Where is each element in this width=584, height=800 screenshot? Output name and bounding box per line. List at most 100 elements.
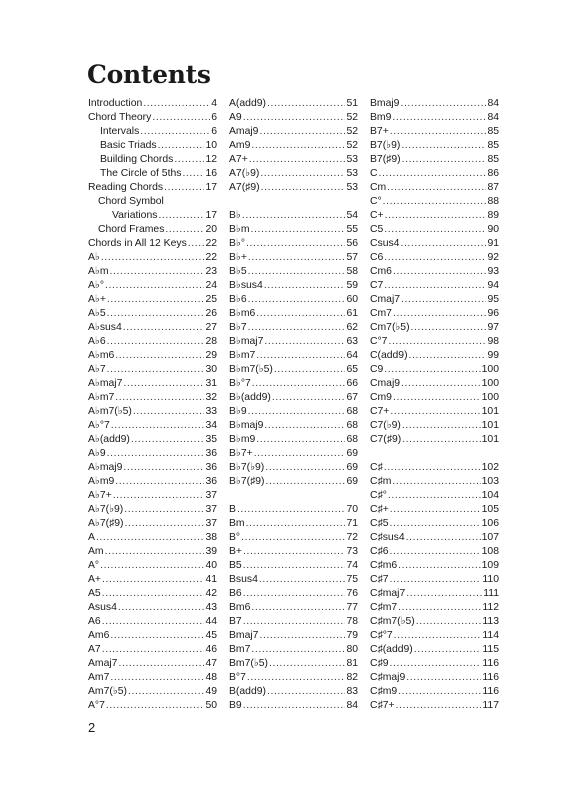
toc-entry[interactable]: Asus4 43 xyxy=(88,601,217,615)
toc-entry[interactable]: C♯ 102 xyxy=(370,461,499,475)
toc-entry[interactable]: Am7(♭5) 49 xyxy=(88,685,217,699)
toc-entry[interactable]: B♭m7(♭5) 65 xyxy=(229,363,358,377)
toc-entry[interactable]: A7(♯9) 53 xyxy=(229,181,358,195)
toc-entry[interactable]: Amaj9 52 xyxy=(229,125,358,139)
toc-entry[interactable]: B♭m7 64 xyxy=(229,349,358,363)
toc-entry[interactable]: B♭maj9 68 xyxy=(229,419,358,433)
toc-entry[interactable]: A6 44 xyxy=(88,615,217,629)
toc-entry[interactable]: A+ 41 xyxy=(88,573,217,587)
toc-entry[interactable]: A♭5 26 xyxy=(88,307,217,321)
toc-entry[interactable]: Bm6 77 xyxy=(229,601,358,615)
toc-entry[interactable]: A♭7(♯9) 37 xyxy=(88,517,217,531)
toc-entry[interactable]: A♭maj9 36 xyxy=(88,461,217,475)
toc-entry[interactable]: B7 78 xyxy=(229,615,358,629)
toc-entry[interactable]: C♯maj7 111 xyxy=(370,587,499,601)
toc-entry[interactable]: Cmaj9 100 xyxy=(370,377,499,391)
toc-entry[interactable]: C7 94 xyxy=(370,279,499,293)
toc-entry[interactable]: Bm9 84 xyxy=(370,111,499,125)
toc-entry[interactable]: Am7 48 xyxy=(88,671,217,685)
toc-entry[interactable]: Bmaj7 79 xyxy=(229,629,358,643)
toc-entry[interactable]: A♭ 22 xyxy=(88,251,217,265)
toc-entry[interactable]: B♭ 54 xyxy=(229,209,358,223)
toc-entry[interactable]: Cm9 100 xyxy=(370,391,499,405)
toc-entry[interactable]: A9 52 xyxy=(229,111,358,125)
toc-entry[interactable]: C♯5 106 xyxy=(370,517,499,531)
toc-entry[interactable]: C°7 98 xyxy=(370,335,499,349)
toc-entry[interactable]: B♭9 68 xyxy=(229,405,358,419)
toc-entry[interactable]: Bsus4 75 xyxy=(229,573,358,587)
toc-entry[interactable]: B♭(add9) 67 xyxy=(229,391,358,405)
toc-entry[interactable]: A(add9) 51 xyxy=(229,97,358,111)
toc-entry[interactable]: Chord Symbol xyxy=(88,195,217,209)
toc-entry[interactable]: A♭m7(♭5) 33 xyxy=(88,405,217,419)
toc-entry[interactable]: C7(♭9) 101 xyxy=(370,419,499,433)
toc-entry[interactable]: Amaj7 47 xyxy=(88,657,217,671)
toc-entry[interactable]: A 38 xyxy=(88,531,217,545)
toc-entry[interactable]: Am 39 xyxy=(88,545,217,559)
toc-entry[interactable]: A7 46 xyxy=(88,643,217,657)
toc-entry[interactable]: Bm7(♭5) 81 xyxy=(229,657,358,671)
toc-entry[interactable]: B°7 82 xyxy=(229,671,358,685)
toc-entry[interactable]: B5 74 xyxy=(229,559,358,573)
toc-entry[interactable]: B 70 xyxy=(229,503,358,517)
toc-entry[interactable]: A♭m 23 xyxy=(88,265,217,279)
toc-entry[interactable]: B♭7(♭9) 69 xyxy=(229,461,358,475)
toc-entry[interactable]: C♯maj9 116 xyxy=(370,671,499,685)
toc-entry[interactable]: Chord Theory 6 xyxy=(88,111,217,125)
toc-entry[interactable]: B♭° 56 xyxy=(229,237,358,251)
toc-entry[interactable]: Cm7(♭5) 97 xyxy=(370,321,499,335)
toc-entry[interactable]: B♭7+ 69 xyxy=(229,447,358,461)
toc-entry[interactable]: C♯7 110 xyxy=(370,573,499,587)
toc-entry[interactable]: A♭maj7 31 xyxy=(88,377,217,391)
toc-entry[interactable]: C♯(add9) 115 xyxy=(370,643,499,657)
toc-entry[interactable]: A♭° 24 xyxy=(88,279,217,293)
toc-entry[interactable]: A♭°7 34 xyxy=(88,419,217,433)
toc-entry[interactable]: B♭maj7 63 xyxy=(229,335,358,349)
toc-entry[interactable]: C♯7+ 117 xyxy=(370,699,499,713)
toc-entry[interactable]: Am9 52 xyxy=(229,139,358,153)
toc-entry[interactable]: Am6 45 xyxy=(88,629,217,643)
toc-entry[interactable]: A♭7 30 xyxy=(88,363,217,377)
toc-entry[interactable]: Cm 87 xyxy=(370,181,499,195)
toc-entry[interactable]: A7(♭9) 53 xyxy=(229,167,358,181)
toc-entry[interactable]: C5 90 xyxy=(370,223,499,237)
toc-entry[interactable]: C♯m7 112 xyxy=(370,601,499,615)
toc-entry[interactable]: Csus4 91 xyxy=(370,237,499,251)
toc-entry[interactable]: C7(♯9) 101 xyxy=(370,433,499,447)
toc-entry[interactable]: C♯m6 109 xyxy=(370,559,499,573)
toc-entry[interactable]: A° 40 xyxy=(88,559,217,573)
toc-entry[interactable]: Basic Triads 10 xyxy=(88,139,217,153)
toc-entry[interactable]: C+ 89 xyxy=(370,209,499,223)
toc-entry[interactable]: B♭m6 61 xyxy=(229,307,358,321)
toc-entry[interactable]: Chord Frames 20 xyxy=(88,223,217,237)
toc-entry[interactable]: B° 72 xyxy=(229,531,358,545)
toc-entry[interactable]: B♭°7 66 xyxy=(229,377,358,391)
toc-entry[interactable]: B♭7(♯9) 69 xyxy=(229,475,358,489)
toc-entry[interactable]: B♭5 58 xyxy=(229,265,358,279)
toc-entry[interactable]: A♭(add9) 35 xyxy=(88,433,217,447)
toc-entry[interactable]: C♯9 116 xyxy=(370,657,499,671)
toc-entry[interactable]: A♭m7 32 xyxy=(88,391,217,405)
toc-entry[interactable]: A7+ 53 xyxy=(229,153,358,167)
toc-entry[interactable]: A♭m9 36 xyxy=(88,475,217,489)
toc-entry[interactable]: B♭m 55 xyxy=(229,223,358,237)
toc-entry[interactable]: Reading Chords 17 xyxy=(88,181,217,195)
toc-entry[interactable]: B♭m9 68 xyxy=(229,433,358,447)
toc-entry[interactable]: Intervals 6 xyxy=(88,125,217,139)
toc-entry[interactable]: Bmaj9 84 xyxy=(370,97,499,111)
toc-entry[interactable]: Bm 71 xyxy=(229,517,358,531)
toc-entry[interactable]: B6 76 xyxy=(229,587,358,601)
toc-entry[interactable]: A♭6 28 xyxy=(88,335,217,349)
toc-entry[interactable]: Building Chords 12 xyxy=(88,153,217,167)
toc-entry[interactable]: C♯°7 114 xyxy=(370,629,499,643)
toc-entry[interactable]: Chords in All 12 Keys 22 xyxy=(88,237,217,251)
toc-entry[interactable]: C♯6 108 xyxy=(370,545,499,559)
toc-entry[interactable]: A♭7+ 37 xyxy=(88,489,217,503)
toc-entry[interactable]: B♭7 62 xyxy=(229,321,358,335)
toc-entry[interactable]: A♭9 36 xyxy=(88,447,217,461)
toc-entry[interactable]: A♭7(♭9) 37 xyxy=(88,503,217,517)
toc-entry[interactable]: A♭m6 29 xyxy=(88,349,217,363)
toc-entry[interactable]: A♭+ 25 xyxy=(88,293,217,307)
toc-entry[interactable]: C♯+ 105 xyxy=(370,503,499,517)
toc-entry[interactable]: C♯m9 116 xyxy=(370,685,499,699)
